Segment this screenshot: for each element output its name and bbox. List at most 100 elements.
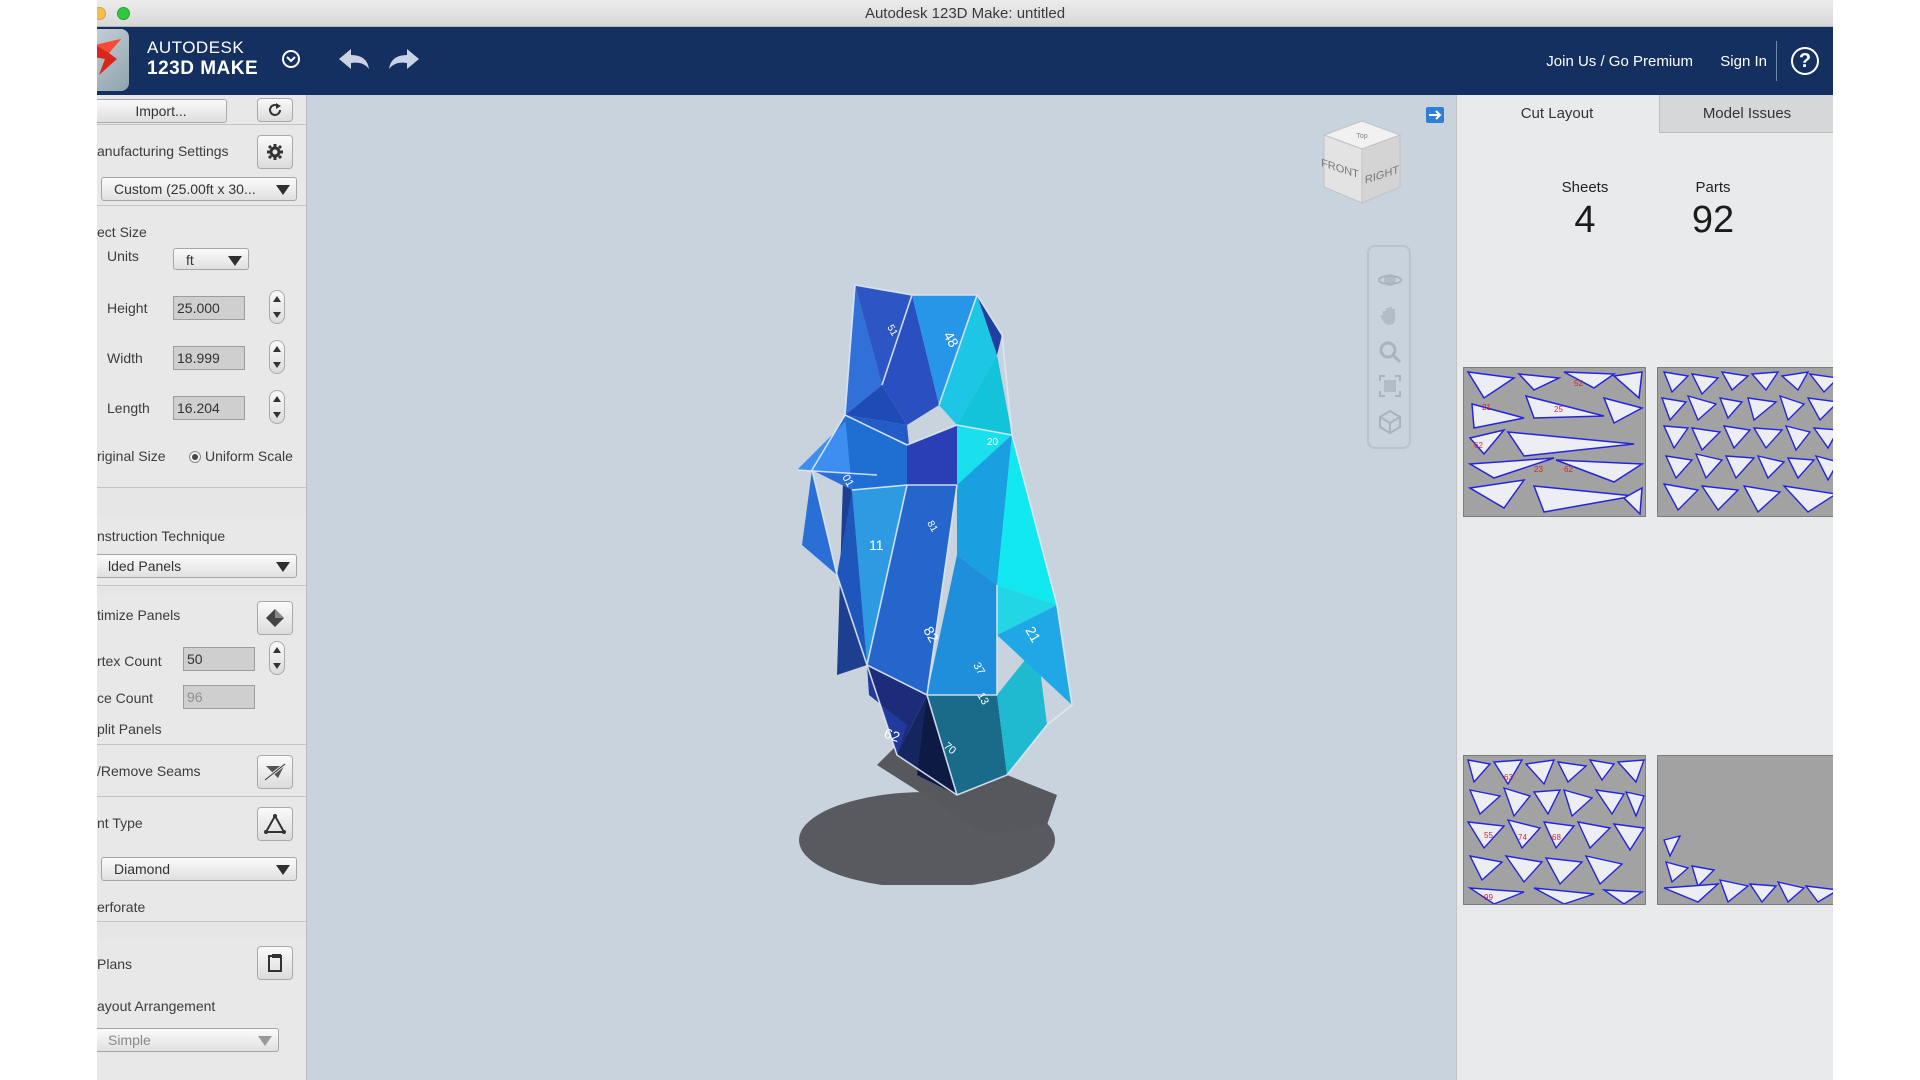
app-header: AUTODESK 123D MAKE Join Us / Go Premium … xyxy=(97,27,1833,95)
right-cut-layout-panel: Cut Layout Model Issues Sheets 4 Parts 9… xyxy=(1456,95,1833,1080)
object-size-section: ect Size Units ft Height Width Length ri… xyxy=(97,206,306,488)
document-icon[interactable] xyxy=(257,946,293,980)
import-button[interactable]: Import... xyxy=(97,99,227,123)
joint-type-label: nt Type xyxy=(97,815,143,831)
split-panels-label[interactable]: plit Panels xyxy=(97,721,162,737)
sheet-thumbnail[interactable] xyxy=(1657,367,1833,517)
original-size-option[interactable]: riginal Size xyxy=(97,448,165,464)
length-input[interactable] xyxy=(173,396,245,420)
uniform-scale-radio[interactable] xyxy=(189,451,201,463)
height-stepper[interactable] xyxy=(269,290,285,324)
import-section: Import... xyxy=(97,95,306,125)
optimize-section: timize Panels rtex Count ce Count plit P… xyxy=(97,595,306,745)
orbit-icon[interactable] xyxy=(1377,267,1403,293)
diamond-shape-icon[interactable] xyxy=(257,601,293,635)
expand-panel-icon[interactable] xyxy=(1426,107,1444,123)
navigation-bar xyxy=(1367,245,1411,449)
width-label: Width xyxy=(107,350,143,366)
height-label: Height xyxy=(107,300,148,316)
svg-text:55: 55 xyxy=(1484,831,1493,840)
brand-top: AUTODESK xyxy=(147,38,245,57)
svg-text:21: 21 xyxy=(1482,403,1491,412)
fit-view-icon[interactable] xyxy=(1377,373,1403,399)
layout-arrangement-value: Simple xyxy=(108,1032,151,1048)
seams-label: /Remove Seams xyxy=(97,763,201,779)
seam-tool-icon[interactable] xyxy=(257,755,293,789)
vertex-count-label: rtex Count xyxy=(97,653,162,669)
chevron-down-icon xyxy=(276,562,290,572)
app-window: Autodesk 123D Make: untitled AUTODESK 12… xyxy=(97,0,1833,1080)
object-size-label: ect Size xyxy=(97,224,147,240)
sheet-thumbnail[interactable]: 63 55 74 68 99 xyxy=(1463,755,1646,905)
construction-dropdown[interactable]: lded Panels xyxy=(97,554,297,578)
header-divider xyxy=(1776,41,1777,81)
parts-label: Parts xyxy=(1695,179,1731,196)
manufacturing-value: Custom (25.00ft x 30... xyxy=(114,181,256,197)
app-menu-chevron-icon[interactable] xyxy=(281,49,301,69)
svg-text:74: 74 xyxy=(1518,833,1527,842)
svg-text:23: 23 xyxy=(1534,465,1543,474)
svg-text:63: 63 xyxy=(1504,773,1513,782)
tab-model-issues[interactable]: Model Issues xyxy=(1659,95,1833,133)
sheet-thumbnail[interactable] xyxy=(1657,755,1833,905)
svg-text:62: 62 xyxy=(1474,441,1483,450)
length-stepper[interactable] xyxy=(269,390,285,424)
units-label: Units xyxy=(107,248,139,264)
manufacturing-section: anufacturing Settings Custom (25.00ft x … xyxy=(97,125,306,206)
viewcube[interactable]: Top FRONT RIGHT xyxy=(1312,117,1412,207)
layout-arrangement-label: ayout Arrangement xyxy=(97,998,216,1014)
help-button[interactable]: ? xyxy=(1791,47,1819,75)
joint-type-value: Diamond xyxy=(114,861,171,877)
parts-value: 92 xyxy=(1691,199,1735,241)
model-label: 20 xyxy=(987,437,999,448)
manufacturing-label: anufacturing Settings xyxy=(97,143,229,159)
svg-text:52: 52 xyxy=(1574,379,1583,388)
triangle-joint-icon[interactable] xyxy=(257,807,293,841)
brand-name: AUTODESK 123D MAKE xyxy=(147,37,258,79)
plans-label: Plans xyxy=(97,956,133,972)
viewcube-top-label[interactable]: Top xyxy=(1356,133,1367,140)
chevron-down-icon xyxy=(276,185,290,195)
sheet-thumbnail[interactable]: 21 25 52 23 62 62 xyxy=(1463,367,1646,517)
joint-section: nt Type Diamond erforate xyxy=(97,797,306,922)
chevron-down-icon xyxy=(276,865,290,875)
uniform-scale-label: Uniform Scale xyxy=(205,448,293,464)
left-settings-panel: Import... anufacturing Settings Custom (… xyxy=(97,95,307,1080)
3d-viewport[interactable]: Top FRONT RIGHT 48 11 82 62 21 70 01 51 … xyxy=(307,95,1456,1080)
width-stepper[interactable] xyxy=(269,340,285,374)
sheets-value: 4 xyxy=(1574,199,1596,241)
joint-type-dropdown[interactable]: Diamond xyxy=(101,857,297,881)
title-bar: Autodesk 123D Make: untitled xyxy=(97,0,1833,27)
tab-cut-layout[interactable]: Cut Layout xyxy=(1457,95,1657,133)
refresh-icon[interactable] xyxy=(257,98,293,122)
vertex-count-stepper[interactable] xyxy=(269,641,285,675)
svg-text:99: 99 xyxy=(1484,893,1493,902)
zoom-icon[interactable] xyxy=(1377,339,1403,365)
svg-text:62: 62 xyxy=(1564,465,1573,474)
units-dropdown[interactable]: ft xyxy=(173,248,249,270)
optimize-label: timize Panels xyxy=(97,607,181,623)
brand-bottom: 123D MAKE xyxy=(147,58,259,79)
face-count-input xyxy=(183,685,255,709)
height-input[interactable] xyxy=(173,296,245,320)
redo-arrow-icon[interactable] xyxy=(385,45,423,75)
construction-value: lded Panels xyxy=(108,558,182,574)
gear-icon[interactable] xyxy=(257,135,293,169)
join-premium-link[interactable]: Join Us / Go Premium xyxy=(1546,53,1693,70)
window-title: Autodesk 123D Make: untitled xyxy=(864,5,1066,22)
model-label: 11 xyxy=(869,537,884,553)
plans-section: Plans ayout Arrangement Simple xyxy=(97,940,306,1080)
svg-text:25: 25 xyxy=(1554,405,1563,414)
hand-pan-icon[interactable] xyxy=(1377,303,1403,329)
penguin-model[interactable]: 48 11 82 62 21 70 01 51 20 13 37 81 xyxy=(757,255,1157,885)
layout-arrangement-dropdown[interactable]: Simple xyxy=(97,1028,279,1052)
sign-in-link[interactable]: Sign In xyxy=(1720,53,1767,70)
undo-arrow-icon[interactable] xyxy=(335,45,373,75)
perforate-label[interactable]: erforate xyxy=(97,899,145,915)
vertex-count-input[interactable] xyxy=(183,647,255,671)
width-input[interactable] xyxy=(173,346,245,370)
manufacturing-dropdown[interactable]: Custom (25.00ft x 30... xyxy=(101,177,297,201)
length-label: Length xyxy=(107,400,150,416)
home-cube-icon[interactable] xyxy=(1377,409,1403,435)
units-value: ft xyxy=(186,252,194,268)
